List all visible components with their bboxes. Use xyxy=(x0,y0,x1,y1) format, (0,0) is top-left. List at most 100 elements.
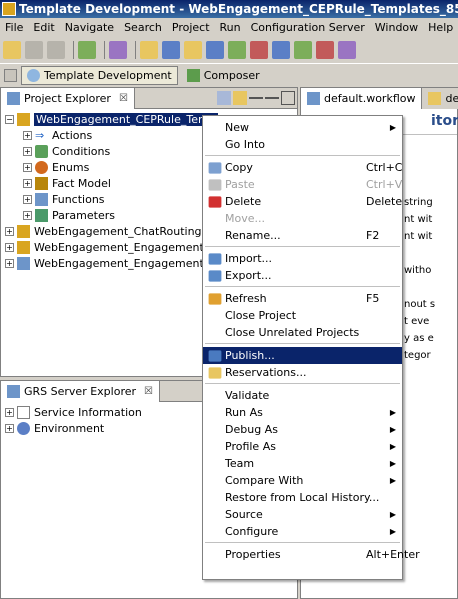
menu-item-label: Close Unrelated Projects xyxy=(225,326,360,339)
menu-item-rename[interactable]: Rename... F2 xyxy=(203,227,402,244)
menu-item-publish[interactable]: Publish... xyxy=(203,347,402,364)
submenu-arrow-icon: ▶ xyxy=(389,476,396,485)
perspective-template-development[interactable]: Template Development xyxy=(21,66,178,85)
deploy-icon[interactable] xyxy=(162,41,180,59)
menu-icon-spacer xyxy=(207,474,223,488)
close-icon[interactable]: ☒ xyxy=(119,93,128,104)
menu-item-shortcut: F2 xyxy=(366,229,380,242)
menu-item-label: Close Project xyxy=(225,309,297,322)
menu-edit[interactable]: Edit xyxy=(28,21,59,34)
project-icon xyxy=(17,224,30,238)
back-icon[interactable] xyxy=(338,41,356,59)
template-development-icon xyxy=(27,69,40,82)
menu-item-new[interactable]: New ▶ xyxy=(203,119,402,136)
menu-item-label: Copy xyxy=(225,161,253,174)
package-icon[interactable] xyxy=(140,41,158,59)
menu-item-export[interactable]: Export... xyxy=(203,267,402,284)
menu-item-copy[interactable]: Copy Ctrl+C xyxy=(203,159,402,176)
menu-project[interactable]: Project xyxy=(167,21,215,34)
menu-item-source[interactable]: Source ▶ xyxy=(203,506,402,523)
stop-icon[interactable] xyxy=(316,41,334,59)
expand-toggle[interactable]: + xyxy=(23,146,32,156)
menu-item-delete[interactable]: Delete Delete xyxy=(203,193,402,210)
expand-toggle[interactable]: + xyxy=(23,162,32,172)
menu-file[interactable]: File xyxy=(0,21,28,34)
menu-item-reservations[interactable]: Reservations... xyxy=(203,364,402,381)
expand-toggle[interactable]: + xyxy=(23,178,32,188)
menu-icon-spacer xyxy=(207,326,223,340)
menu-item-shortcut: Alt+Enter xyxy=(366,548,420,561)
menu-item-label: Paste xyxy=(225,178,255,191)
menu-item-restore-from-local-history[interactable]: Restore from Local History... xyxy=(203,489,402,506)
perspective-composer[interactable]: Composer xyxy=(182,67,265,84)
menu-item-label: Validate xyxy=(225,389,270,402)
close-icon[interactable]: ☒ xyxy=(144,386,153,397)
toolbar-separator xyxy=(73,41,74,59)
menu-icon-spacer xyxy=(207,121,223,135)
menu-item-run-as[interactable]: Run As ▶ xyxy=(203,404,402,421)
menu-item-configure[interactable]: Configure ▶ xyxy=(203,523,402,540)
tab-grs-server-explorer[interactable]: GRS Server Explorer ☒ xyxy=(1,380,160,402)
submenu-arrow-icon: ▶ xyxy=(389,459,396,468)
menu-bar: File Edit Navigate Search Project Run Co… xyxy=(0,18,458,37)
menu-item-close-project[interactable]: Close Project xyxy=(203,307,402,324)
wand-icon[interactable] xyxy=(109,41,127,59)
server-icon[interactable] xyxy=(206,41,224,59)
menu-navigate[interactable]: Navigate xyxy=(60,21,119,34)
document-icon xyxy=(17,405,30,419)
editor-text: nt wit xyxy=(404,231,433,242)
save-icon[interactable] xyxy=(25,41,43,59)
tab-default-workflow[interactable]: default.workflow xyxy=(301,88,423,109)
rule-icon[interactable] xyxy=(250,41,268,59)
open-perspective-icon[interactable] xyxy=(4,69,17,82)
refresh-icon xyxy=(208,292,222,305)
new-icon[interactable] xyxy=(3,41,21,59)
expand-toggle[interactable]: + xyxy=(23,194,32,204)
tab-de[interactable]: de xyxy=(422,88,458,109)
menu-item-properties[interactable]: Properties Alt+Enter xyxy=(203,546,420,563)
template-icon[interactable] xyxy=(184,41,202,59)
menu-item-import[interactable]: Import... xyxy=(203,250,402,267)
debug-icon[interactable] xyxy=(294,41,312,59)
expand-toggle[interactable]: + xyxy=(5,407,14,417)
expand-toggle[interactable]: + xyxy=(5,258,14,268)
connect-icon[interactable] xyxy=(272,41,290,59)
minimize-icon[interactable] xyxy=(265,97,279,99)
editor-text: witho xyxy=(404,265,432,276)
view-menu-icon[interactable] xyxy=(249,97,263,99)
link-editor-icon[interactable] xyxy=(233,91,247,105)
menu-item-go-into[interactable]: Go Into xyxy=(203,136,402,153)
maximize-icon[interactable] xyxy=(281,91,295,105)
menu-item-debug-as[interactable]: Debug As ▶ xyxy=(203,421,402,438)
expand-toggle[interactable]: + xyxy=(5,242,14,252)
expand-toggle[interactable]: + xyxy=(23,210,32,220)
view-title: GRS Server Explorer xyxy=(24,384,137,398)
editor-text: t eve xyxy=(404,316,430,327)
menu-item-compare-with[interactable]: Compare With ▶ xyxy=(203,472,402,489)
menu-run[interactable]: Run xyxy=(215,21,246,34)
menu-item-validate[interactable]: Validate xyxy=(203,387,402,404)
menu-item-label: New xyxy=(225,121,249,134)
menu-item-close-unrelated-projects[interactable]: Close Unrelated Projects xyxy=(203,324,402,341)
menu-item-label: Go Into xyxy=(225,138,266,151)
menu-item-profile-as[interactable]: Profile As ▶ xyxy=(203,438,402,455)
collapse-all-icon[interactable] xyxy=(217,91,231,105)
menu-window[interactable]: Window xyxy=(370,21,423,34)
menu-icon-spacer xyxy=(207,389,223,403)
workflow-icon[interactable] xyxy=(228,41,246,59)
expand-toggle[interactable]: + xyxy=(5,423,14,433)
tab-project-explorer[interactable]: Project Explorer ☒ xyxy=(1,87,135,109)
menu-search[interactable]: Search xyxy=(119,21,167,34)
menu-help[interactable]: Help xyxy=(423,21,458,34)
menu-item-team[interactable]: Team ▶ xyxy=(203,455,402,472)
file-icon xyxy=(428,92,442,105)
collapse-toggle[interactable]: − xyxy=(5,114,14,124)
expand-toggle[interactable]: + xyxy=(23,130,32,140)
menu-configuration-server[interactable]: Configuration Server xyxy=(246,21,370,34)
expand-toggle[interactable]: + xyxy=(5,226,14,236)
menu-item-refresh[interactable]: Refresh F5 xyxy=(203,290,402,307)
run-icon[interactable] xyxy=(78,41,96,59)
print-icon[interactable] xyxy=(47,41,65,59)
arrow-icon: ⇒ xyxy=(35,128,45,142)
project-explorer-header: Project Explorer ☒ xyxy=(1,87,297,109)
